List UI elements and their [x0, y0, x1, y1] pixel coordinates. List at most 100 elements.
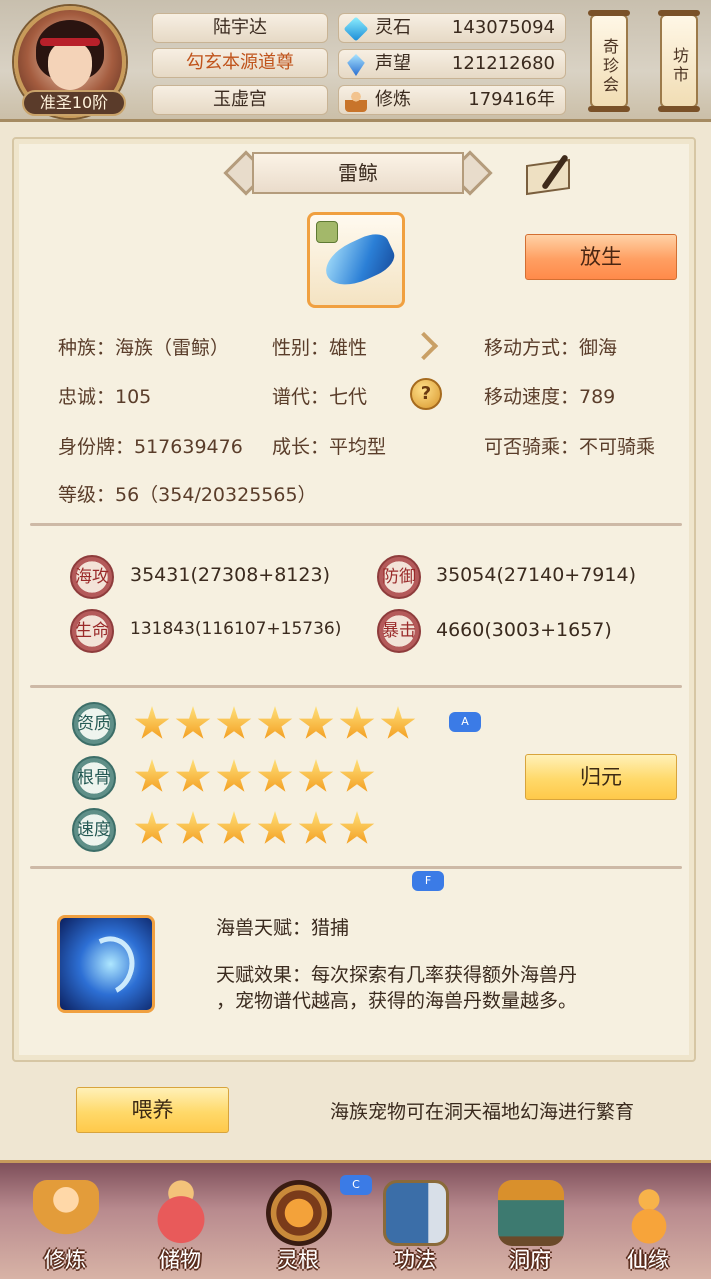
star-icon: [134, 706, 170, 739]
life-badge: 生命: [70, 609, 114, 653]
breeding-hint: 海族宠物可在洞天福地幻海进行繁育: [330, 1101, 635, 1123]
nav-label: 储物: [159, 1248, 201, 1272]
overlay-tag-f: F: [412, 871, 444, 891]
spirit-stone-icon: [343, 16, 369, 42]
section-divider: [30, 523, 682, 526]
pet-loyalty: 忠诚：105: [58, 386, 152, 408]
lock-icon[interactable]: [316, 221, 338, 243]
gender-switch-icon[interactable]: [408, 330, 440, 358]
star-icon: [134, 811, 170, 844]
talent-effect-line2: ，宠物谱代越高，获得的海兽丹数量越多。: [216, 990, 578, 1012]
star-icon: [380, 706, 416, 739]
pet-generation: 谱代：七代: [272, 386, 368, 408]
book-icon: [383, 1180, 449, 1246]
defense-value: 35054(27140+7914): [436, 564, 636, 586]
pet-name-plate: 雷鲸: [223, 150, 493, 196]
pet-portrait[interactable]: [307, 212, 405, 308]
star-icon: [175, 811, 211, 844]
star-icon: [134, 759, 170, 792]
resource-label: 灵石: [375, 17, 411, 38]
star-icon: [298, 811, 334, 844]
talent-skill-icon[interactable]: [57, 915, 155, 1013]
aptitude-badge: 资质: [72, 702, 116, 746]
crit-value: 4660(3003+1657): [436, 619, 612, 641]
pet-race: 种族：海族（雷鲸）: [58, 337, 230, 359]
nav-label: 修炼: [44, 1248, 86, 1272]
avatar-face: [48, 42, 92, 90]
reputation-crystal-icon: [347, 54, 365, 76]
resource-label: 修炼: [375, 89, 411, 110]
player-rank-badge: 准圣10阶: [22, 90, 126, 116]
speed-stars: [134, 811, 375, 847]
pet-id-tag: 身份牌：517639476: [58, 436, 243, 458]
return-origin-button[interactable]: 归元: [525, 754, 677, 800]
star-icon: [257, 706, 293, 739]
star-icon: [257, 759, 293, 792]
pet-level: 等级：56（354/20325565）: [58, 484, 317, 506]
player-title[interactable]: 勾玄本源道尊: [152, 48, 328, 78]
resource-label: 声望: [375, 53, 411, 74]
cave-house-icon: [498, 1180, 564, 1246]
pet-gender: 性别：雄性: [272, 337, 368, 359]
sea-attack-badge: 海攻: [70, 555, 114, 599]
star-icon: [257, 811, 293, 844]
pet-growth: 成长：平均型: [272, 436, 387, 458]
bone-badge: 根骨: [72, 756, 116, 800]
star-icon: [216, 706, 252, 739]
section-divider: [30, 685, 682, 688]
nav-cave-house[interactable]: 洞府: [480, 1166, 580, 1276]
nav-spirit-root[interactable]: 灵根: [248, 1166, 348, 1276]
gourd-icon: [616, 1180, 682, 1246]
defense-badge: 防御: [377, 555, 421, 599]
star-icon: [175, 706, 211, 739]
life-value: 131843(116107+15736): [130, 619, 342, 639]
star-icon: [216, 811, 252, 844]
section-divider: [30, 866, 682, 869]
release-button[interactable]: 放生: [525, 234, 677, 280]
nav-label: 仙缘: [627, 1248, 669, 1272]
resource-value: 121212680: [451, 53, 555, 74]
resource-spirit-stone: 灵石 143075094: [338, 13, 566, 43]
star-icon: [298, 706, 334, 739]
market-button[interactable]: 坊市: [658, 10, 700, 112]
nav-storage[interactable]: 储物: [130, 1166, 230, 1276]
swirl-icon: [73, 928, 143, 1004]
nav-label: 功法: [394, 1248, 436, 1272]
pet-handbook-icon[interactable]: [526, 152, 576, 196]
star-icon: [339, 811, 375, 844]
player-sect: 玉虚宫: [152, 85, 328, 115]
player-name: 陆宇达: [152, 13, 328, 43]
nav-cultivate[interactable]: 修炼: [15, 1166, 115, 1276]
crit-badge: 暴击: [377, 609, 421, 653]
star-icon: [339, 759, 375, 792]
resource-reputation: 声望 121212680: [338, 49, 566, 79]
aptitude-stars: [134, 706, 416, 742]
resource-value: 143075094: [451, 17, 555, 38]
star-icon: [339, 706, 375, 739]
star-icon: [175, 759, 211, 792]
resource-value: 179416年: [468, 89, 555, 110]
bag-icon: [148, 1180, 214, 1246]
star-icon: [298, 759, 334, 792]
cultivation-icon: [345, 90, 367, 112]
avatar-headband: [40, 38, 100, 46]
talent-name: 海兽天赋：猎捕: [216, 917, 350, 939]
resource-cultivation: 修炼 179416年: [338, 85, 566, 115]
spirit-root-icon: [266, 1180, 332, 1246]
talent-effect-line1: 天赋效果：每次探索有几率获得额外海兽丹: [216, 964, 578, 986]
nav-fate[interactable]: 仙缘: [598, 1166, 698, 1276]
overlay-tag-a: A: [449, 712, 481, 732]
feed-button[interactable]: 喂养: [76, 1087, 229, 1133]
monk-icon: [33, 1180, 99, 1246]
nav-label: 洞府: [509, 1248, 551, 1272]
pet-move-speed: 移动速度：789: [484, 386, 616, 408]
treasure-auction-button[interactable]: 奇珍会: [588, 10, 630, 112]
help-icon[interactable]: ?: [410, 378, 442, 410]
sea-attack-value: 35431(27308+8123): [130, 564, 330, 586]
pet-move-type: 移动方式：御海: [484, 337, 618, 359]
bone-stars: [134, 759, 375, 795]
star-icon: [216, 759, 252, 792]
nav-techniques[interactable]: 功法: [365, 1166, 465, 1276]
pet-name: 雷鲸: [252, 152, 464, 194]
pet-rideable: 可否骑乘：不可骑乘: [484, 436, 656, 458]
